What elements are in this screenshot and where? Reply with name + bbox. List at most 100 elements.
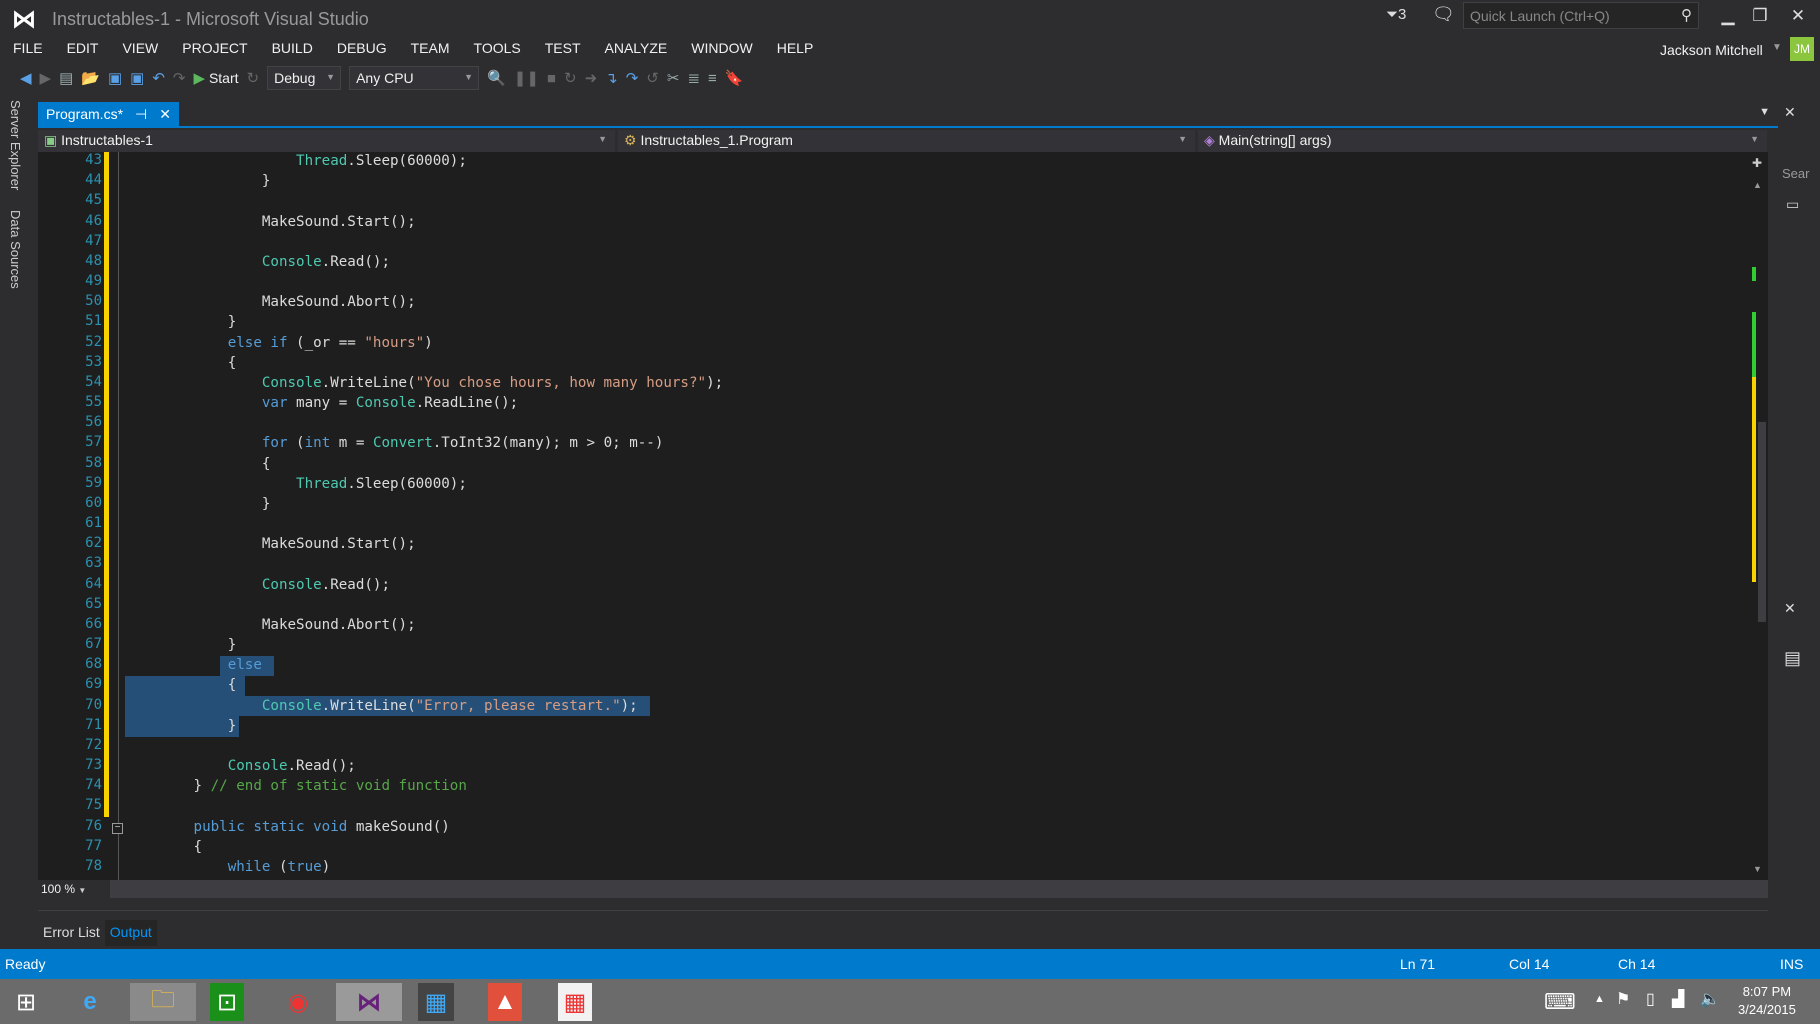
new-project-icon[interactable]: ▤ [59,69,73,87]
scroll-down-icon[interactable]: ▼ [1753,864,1762,874]
close-tab-icon[interactable]: ✕ [159,106,171,123]
back-icon[interactable]: ◀ [20,69,32,87]
close-button[interactable]: ✕ [1784,6,1812,26]
menu-view[interactable]: VIEW [109,38,169,62]
volume-icon[interactable]: 🔈 [1700,989,1720,1009]
code-line[interactable]: else [194,657,262,673]
menu-window[interactable]: WINDOW [678,38,763,62]
battery-icon[interactable]: ▯ [1646,989,1655,1009]
code-line[interactable]: } [194,637,237,653]
visual-studio-taskbar-icon[interactable]: ⋈ [336,983,402,1021]
menu-team[interactable]: TEAM [398,38,461,62]
menu-file[interactable]: FILE [0,38,54,62]
code-line[interactable]: Console.Read(); [194,758,356,774]
code-line[interactable]: Console.Read(); [194,254,390,270]
avatar[interactable]: JM [1790,37,1814,61]
open-file-icon[interactable]: 📂 [81,69,100,87]
menu-edit[interactable]: EDIT [54,38,110,62]
code-line[interactable]: MakeSound.Abort(); [194,294,416,310]
code-line[interactable]: Console.WriteLine("You chose hours, how … [194,375,723,391]
pin-icon[interactable]: ⊣ [135,106,147,123]
menu-debug[interactable]: DEBUG [324,38,398,62]
redo-icon[interactable]: ↷ [173,69,186,87]
code-line[interactable]: Thread.Sleep(60000); [194,476,467,492]
horizontal-scrollbar[interactable] [116,880,1748,898]
code-line[interactable]: else if (_or == "hours") [194,335,433,351]
notifications-button[interactable]: ⏷3 [1386,6,1406,23]
tab-error-list[interactable]: Error List [38,920,105,946]
tab-program-cs[interactable]: Program.cs* ⊣ ✕ [38,102,179,127]
code-line[interactable]: { [194,355,237,371]
zoom-select[interactable]: 100 % ▼ [38,880,110,898]
uncomment-icon[interactable]: ≡ [708,70,717,87]
code-line[interactable]: } // end of static void function [194,778,467,794]
menu-test[interactable]: TEST [532,38,592,62]
feedback-icon[interactable]: 🗨 [1432,4,1455,25]
action-center-flag-icon[interactable]: ⚑ [1616,989,1630,1009]
menu-analyze[interactable]: ANALYZE [592,38,679,62]
show-hidden-icons[interactable]: ▲ [1594,993,1605,1005]
start-button-windows-icon[interactable]: ⊞ [6,983,46,1021]
bookmark-icon[interactable]: 🔖 [725,69,744,87]
code-line[interactable]: { [194,677,237,693]
step-over-icon[interactable]: ↷ [626,69,639,87]
internet-explorer-icon[interactable]: e [70,983,110,1021]
refresh-icon[interactable]: ↻ [247,69,260,87]
code-line[interactable]: } [194,173,271,189]
quick-launch-input[interactable]: Quick Launch (Ctrl+Q) ⚲ [1463,2,1699,29]
chevron-down-icon[interactable]: ▼ [1772,42,1782,53]
configuration-select[interactable]: Debug ▼ [267,66,342,90]
code-line[interactable]: } [194,718,237,734]
code-line[interactable]: for (int m = Convert.ToInt32(many); m > … [194,435,664,451]
scroll-up-icon[interactable]: ▲ [1753,180,1762,190]
menu-tools[interactable]: TOOLS [461,38,532,62]
code-editor[interactable]: 43 44 45 46 47 48 49 50 51 52 53 54 55 56 57 58 59 60 61 62… [38,152,1768,880]
pane-search-text[interactable]: Sear [1782,166,1809,181]
pause-icon[interactable]: ❚❚ [514,69,539,87]
apps-grid-icon[interactable]: ▦ [558,983,592,1021]
step-into-icon[interactable]: ↴ [605,69,618,87]
user-name[interactable]: Jackson Mitchell [1660,42,1763,58]
forward-icon[interactable]: ▶ [40,69,52,87]
code-line[interactable]: Thread.Sleep(60000); [194,153,467,169]
collapse-icon[interactable]: − [112,823,123,834]
pane-close-icon[interactable]: ✕ [1784,600,1796,617]
paint-app-icon[interactable]: ▲ [488,983,522,1021]
undo-icon[interactable]: ↶ [152,69,165,87]
tab-output[interactable]: Output [104,920,157,946]
code-line[interactable]: Console.Read(); [194,577,390,593]
code-line[interactable]: while (true) [194,859,331,875]
save-icon[interactable]: ▣ [108,69,122,87]
code-line[interactable]: MakeSound.Abort(); [194,617,416,633]
stop-icon[interactable]: ■ [547,70,556,87]
code-line[interactable]: MakeSound.Start(); [194,536,416,552]
system-clock[interactable]: 8:07 PM 3/24/2015 [1738,983,1796,1019]
member-dropdown[interactable]: ◈ Main(string[] args) ▼ [1198,130,1768,152]
menu-build[interactable]: BUILD [259,38,324,62]
breakpoints-icon[interactable]: ✂ [667,69,680,87]
menu-help[interactable]: HELP [764,38,825,62]
split-icon[interactable]: ✚ [1752,156,1762,170]
vertical-scrollbar[interactable]: ✚ ▲ ▼ [1750,152,1768,880]
pane-close-icon[interactable]: ✕ [1784,104,1796,121]
step-out-icon[interactable]: ↺ [646,69,659,87]
restart-icon[interactable]: ↻ [564,69,577,87]
code-line[interactable]: MakeSound.Start(); [194,214,416,230]
keyboard-icon[interactable]: ⌨ [1544,989,1576,1015]
project-dropdown[interactable]: ▣ Instructables-1 ▼ [38,130,616,152]
tab-dropdown-icon[interactable]: ▼ [1759,106,1770,118]
start-button[interactable]: ▶ Start [194,69,239,87]
calculator-icon[interactable]: ▦ [418,983,454,1021]
code-line[interactable]: { [194,456,271,472]
network-icon[interactable]: ▟ [1672,989,1684,1009]
solution-explorer-icon[interactable]: ▤ [1784,648,1801,669]
chrome-icon[interactable]: ◉ [278,983,318,1021]
properties-icon[interactable]: ▭ [1786,196,1799,213]
restore-button[interactable]: ❐ [1746,6,1774,26]
data-sources-tab[interactable]: Data Sources [8,210,23,289]
show-next-statement-icon[interactable]: ➜ [585,69,598,87]
server-explorer-tab[interactable]: Server Explorer [8,100,23,190]
code-line[interactable]: Console.WriteLine("Error, please restart… [194,698,638,714]
save-all-icon[interactable]: ▣ [130,69,144,87]
menu-project[interactable]: PROJECT [169,38,258,62]
